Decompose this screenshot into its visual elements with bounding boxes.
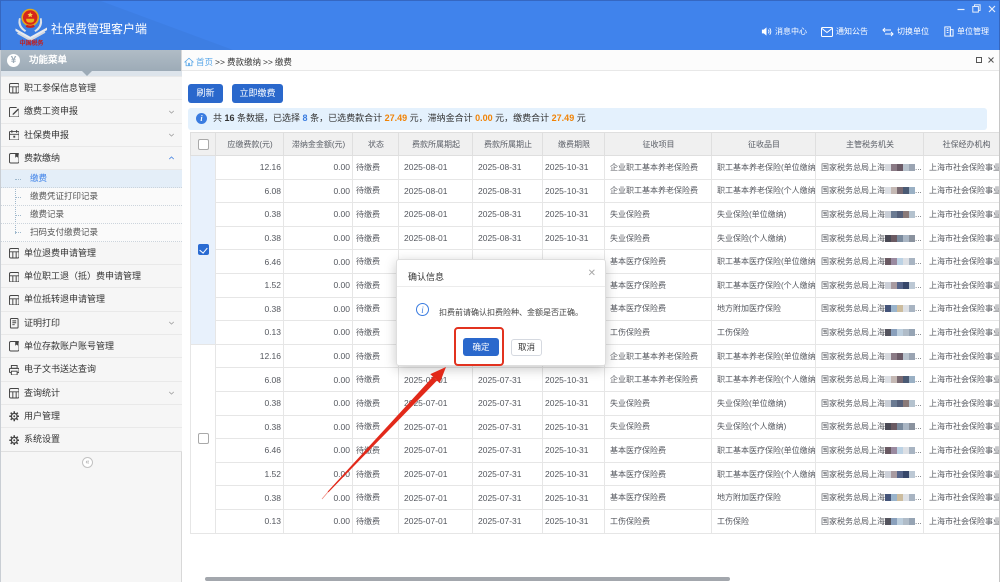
svg-text:中国税务: 中国税务 [19,39,44,47]
